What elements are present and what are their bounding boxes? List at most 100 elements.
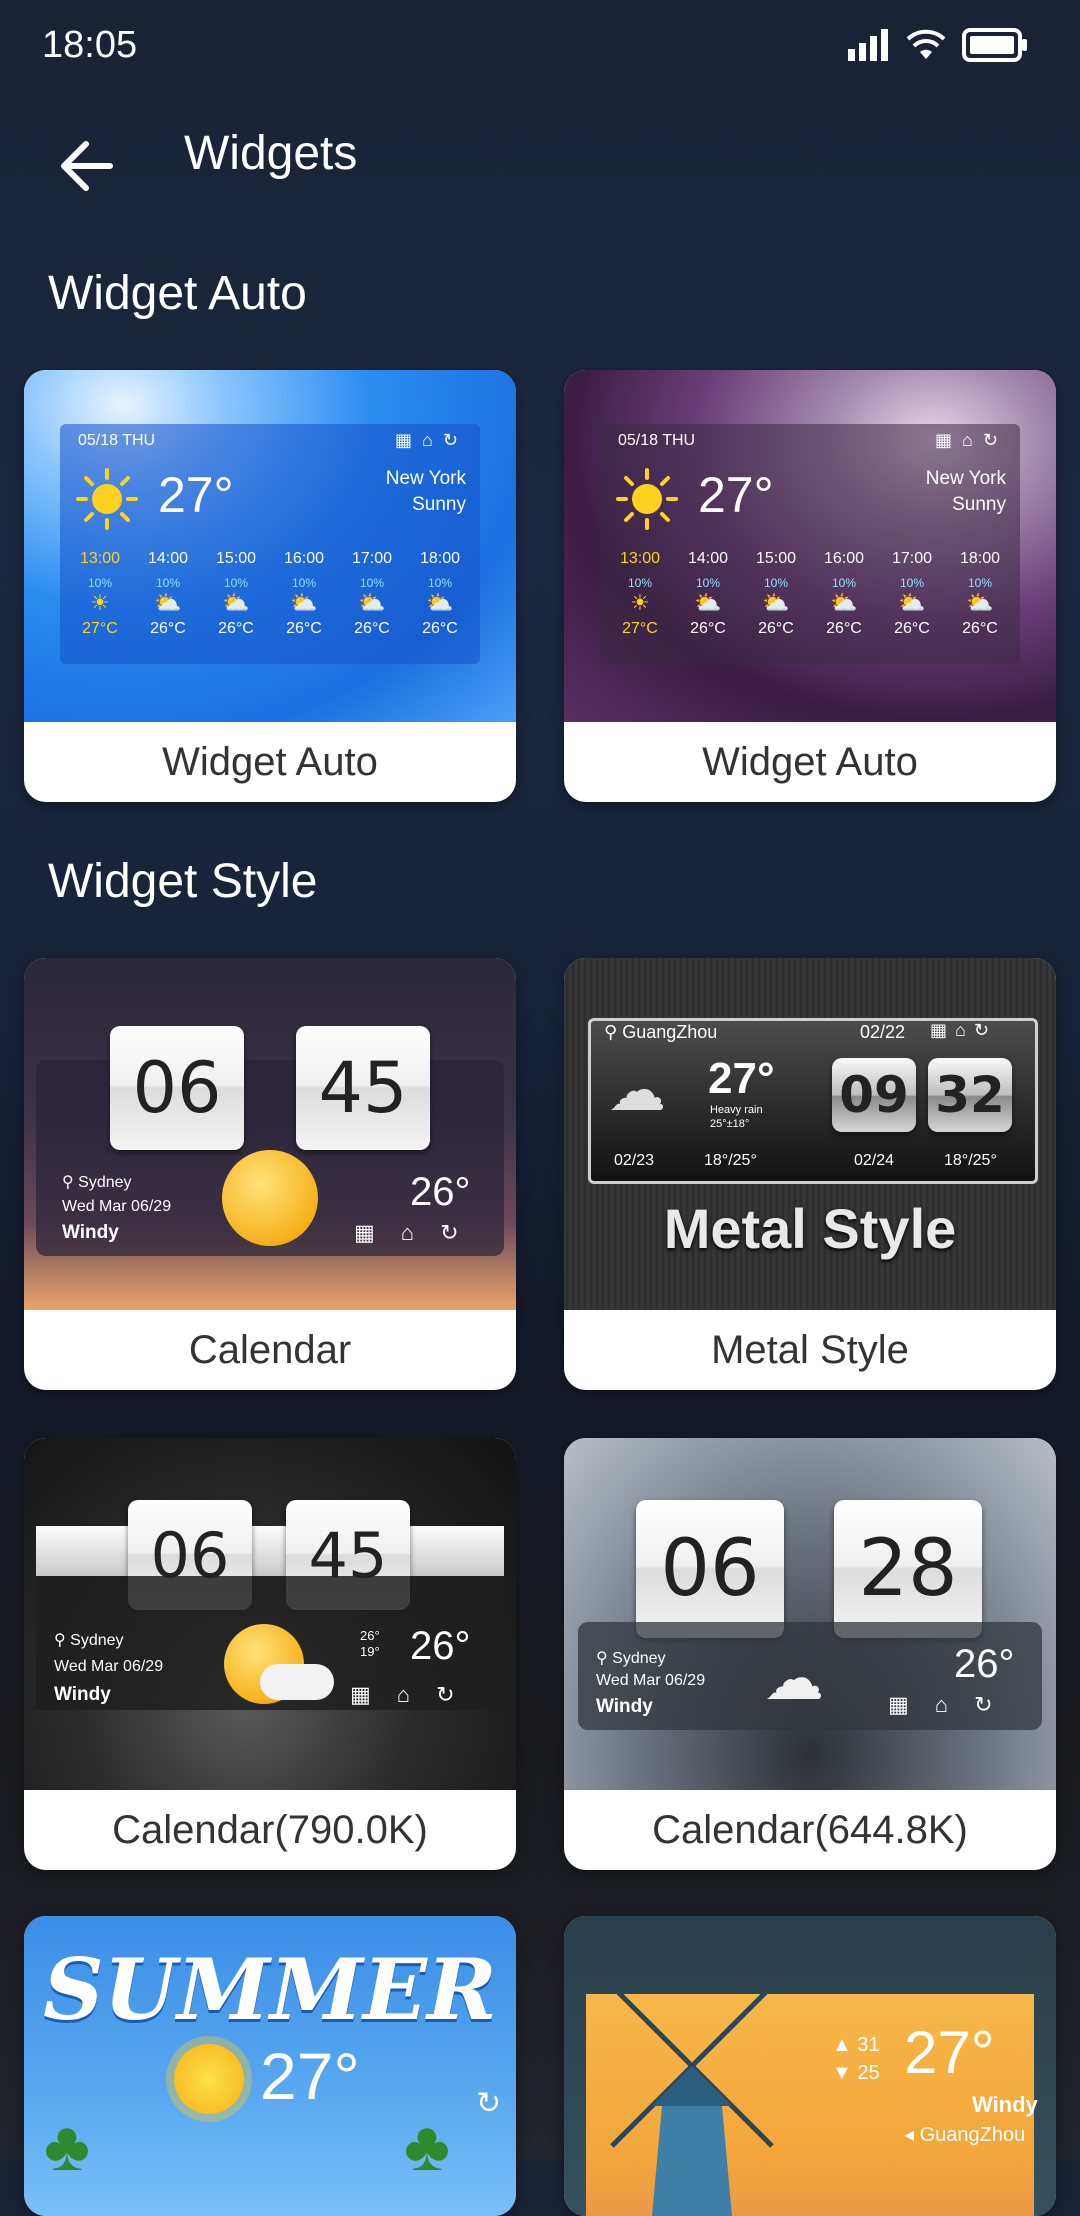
clock-minute: 28 bbox=[834, 1500, 982, 1638]
forecast-range: 18°/25° bbox=[944, 1152, 997, 1169]
temp-label: 26°C bbox=[758, 620, 794, 637]
temp-label: 26°C bbox=[286, 620, 322, 637]
hour-label: 15:00 bbox=[755, 550, 797, 567]
panel-icons: ▦⌂↻ bbox=[930, 1020, 997, 1040]
hourly-forecast: 13:00 10% ☀ 27°C 14:00 10% ⛅ 26°C 15:00 10% ⛅ 26°… bbox=[66, 550, 474, 638]
temp-label: 26°C bbox=[962, 620, 998, 637]
lo-temp-label: ▼ 25 bbox=[832, 2062, 880, 2084]
pop-label: 10% bbox=[223, 576, 248, 590]
back-button[interactable] bbox=[52, 130, 124, 202]
temp-label: 26°C bbox=[218, 620, 254, 637]
widget-card-calendar-790k[interactable]: 06 45 ⚲ Sydney Wed Mar 06/29 Windy 26° 1… bbox=[24, 1438, 516, 1870]
partly-cloudy-icon: ⛅ bbox=[154, 590, 182, 615]
widget-card-auto-purple[interactable]: 05/18 THU ▦⌂↻ 27° New York Sunny 13:00 10… bbox=[564, 370, 1056, 802]
widget-preview: 05/18 THU ▦⌂↻ 27° New York Sunny 13:00 10… bbox=[564, 370, 1056, 722]
condition-label: Windy bbox=[972, 2092, 1038, 2117]
clock-bar bbox=[36, 1526, 504, 1576]
panel-date: 05/18 THU bbox=[78, 432, 156, 449]
forecast-date: 02/23 bbox=[614, 1152, 655, 1169]
temp-label: 27° bbox=[260, 2039, 360, 2113]
pop-label: 10% bbox=[831, 576, 856, 590]
widget-card-auto-blue[interactable]: 05/18 THU ▦⌂↻ 27° New York Sunny 13:00 10… bbox=[24, 370, 516, 802]
panel-icons: ▦⌂↻ bbox=[350, 1682, 481, 1707]
hour-label: 15:00 bbox=[215, 550, 257, 567]
widget-card-calendar[interactable]: 06 45 ⚲ Sydney Wed Mar 06/29 Windy 26° ▦… bbox=[24, 958, 516, 1390]
lo-temp-label: 19° bbox=[360, 1644, 380, 1659]
widget-card-calendar-644k[interactable]: 06 28 ☁ ⚲ Sydney Wed Mar 06/29 Windy 26°… bbox=[564, 1438, 1056, 1870]
forecast-range: 18°/25° bbox=[704, 1152, 757, 1169]
arrow-left-icon bbox=[61, 141, 113, 191]
partly-cloudy-icon: ⛅ bbox=[222, 590, 250, 615]
app-bar bbox=[0, 96, 1080, 240]
widget-preview: ▲ 31 ▼ 25 27° Windy ◂ GuangZhou bbox=[564, 1916, 1056, 2216]
section-title-widget-auto: Widget Auto bbox=[48, 267, 307, 320]
pop-label: 10% bbox=[695, 576, 720, 590]
hour-label: 13:00 bbox=[79, 550, 121, 567]
pop-label: 10% bbox=[291, 576, 316, 590]
card-label: Calendar(790.0K) bbox=[112, 1807, 428, 1852]
hour-label: 13:00 bbox=[619, 550, 661, 567]
sun-icon bbox=[616, 468, 678, 530]
card-label: Widget Auto bbox=[702, 739, 918, 784]
condition-label: Windy bbox=[54, 1684, 111, 1705]
weather-panel: 05/18 THU ▦⌂↻ 27° New York Sunny 13:00 10… bbox=[60, 424, 480, 664]
temp-range-label: 25°±18° bbox=[710, 1118, 750, 1130]
palm-tree-icon: ♣ bbox=[44, 2107, 90, 2185]
panel-icons: ▦⌂↻ bbox=[354, 1220, 485, 1245]
partly-cloudy-icon: ⛅ bbox=[830, 590, 858, 615]
summer-title: SUMMER bbox=[43, 1940, 497, 2039]
widget-preview: ⚲ GuangZhou 02/22 ▦⌂↻ ☁ 27° Heavy rain 2… bbox=[564, 958, 1056, 1310]
partly-cloudy-icon: ⛅ bbox=[762, 590, 790, 615]
temp-label: 26°C bbox=[690, 620, 726, 637]
widget-card-metal-style[interactable]: ⚲ GuangZhou 02/22 ▦⌂↻ ☁ 27° Heavy rain 2… bbox=[564, 958, 1056, 1390]
city-label: Sydney bbox=[70, 1632, 124, 1649]
temp-label: 27° bbox=[708, 1054, 775, 1103]
wifi-icon bbox=[906, 29, 946, 59]
sun-icon: ☀ bbox=[630, 590, 650, 615]
clock-hour: 09 bbox=[832, 1058, 916, 1132]
status-time: 18:05 bbox=[42, 24, 138, 66]
hour-label: 14:00 bbox=[687, 550, 729, 567]
panel-icons: ▦⌂↻ bbox=[395, 430, 468, 450]
temp-label: 26°C bbox=[422, 620, 458, 637]
refresh-icon: ↻ bbox=[476, 2087, 502, 2120]
hi-temp-label: ▲ 31 bbox=[832, 2034, 880, 2056]
cloud-icon bbox=[260, 1664, 334, 1700]
panel-date: 05/18 THU bbox=[618, 432, 696, 449]
location-label: ⚲ Sydney bbox=[62, 1174, 132, 1191]
widget-card-summer[interactable]: SUMMER 27° ♣ ♣ ↻ bbox=[24, 1916, 516, 2216]
card-label: Calendar bbox=[188, 1327, 352, 1372]
hour-label: 16:00 bbox=[823, 550, 865, 567]
partly-cloudy-icon: ⛅ bbox=[898, 590, 926, 615]
sun-icon: ☀ bbox=[90, 590, 110, 615]
pop-label: 10% bbox=[427, 576, 452, 590]
widget-preview: 06 45 ⚲ Sydney Wed Mar 06/29 Windy 26° 1… bbox=[24, 1438, 516, 1790]
pop-label: 10% bbox=[967, 576, 992, 590]
panel-temp: 27° bbox=[158, 467, 234, 523]
temp-label: 27°C bbox=[622, 620, 658, 637]
condition-label: Windy bbox=[62, 1222, 119, 1243]
pop-label: 10% bbox=[627, 576, 652, 590]
partly-cloudy-icon: ⛅ bbox=[694, 590, 722, 615]
hour-label: 18:00 bbox=[959, 550, 1001, 567]
date-label: Wed Mar 06/29 bbox=[62, 1198, 172, 1215]
panel-temp: 27° bbox=[698, 467, 774, 523]
temp-label: 26°C bbox=[826, 620, 862, 637]
pop-label: 10% bbox=[87, 576, 112, 590]
widget-card-windmill[interactable]: ▲ 31 ▼ 25 27° Windy ◂ GuangZhou bbox=[564, 1916, 1056, 2216]
city-label: Sydney bbox=[78, 1174, 132, 1191]
clock-minute: 45 bbox=[296, 1026, 430, 1150]
date-label: Wed Mar 06/29 bbox=[596, 1672, 706, 1689]
panel-city: New York bbox=[925, 468, 1006, 489]
status-bar: 18:05 bbox=[0, 0, 1080, 96]
date-label: Wed Mar 06/29 bbox=[54, 1658, 164, 1675]
city-label: GuangZhou bbox=[622, 1022, 718, 1042]
partly-cloudy-icon: ⛅ bbox=[426, 590, 454, 615]
location-label: ⚲ GuangZhou bbox=[604, 1022, 718, 1042]
condition-label: Windy bbox=[596, 1696, 653, 1717]
card-label: Widget Auto bbox=[162, 739, 378, 784]
temp-label: 26°C bbox=[150, 620, 186, 637]
condition-label: Heavy rain bbox=[710, 1104, 763, 1116]
palm-tree-icon: ♣ bbox=[404, 2107, 450, 2185]
temp-label: 26° bbox=[410, 1170, 471, 1214]
